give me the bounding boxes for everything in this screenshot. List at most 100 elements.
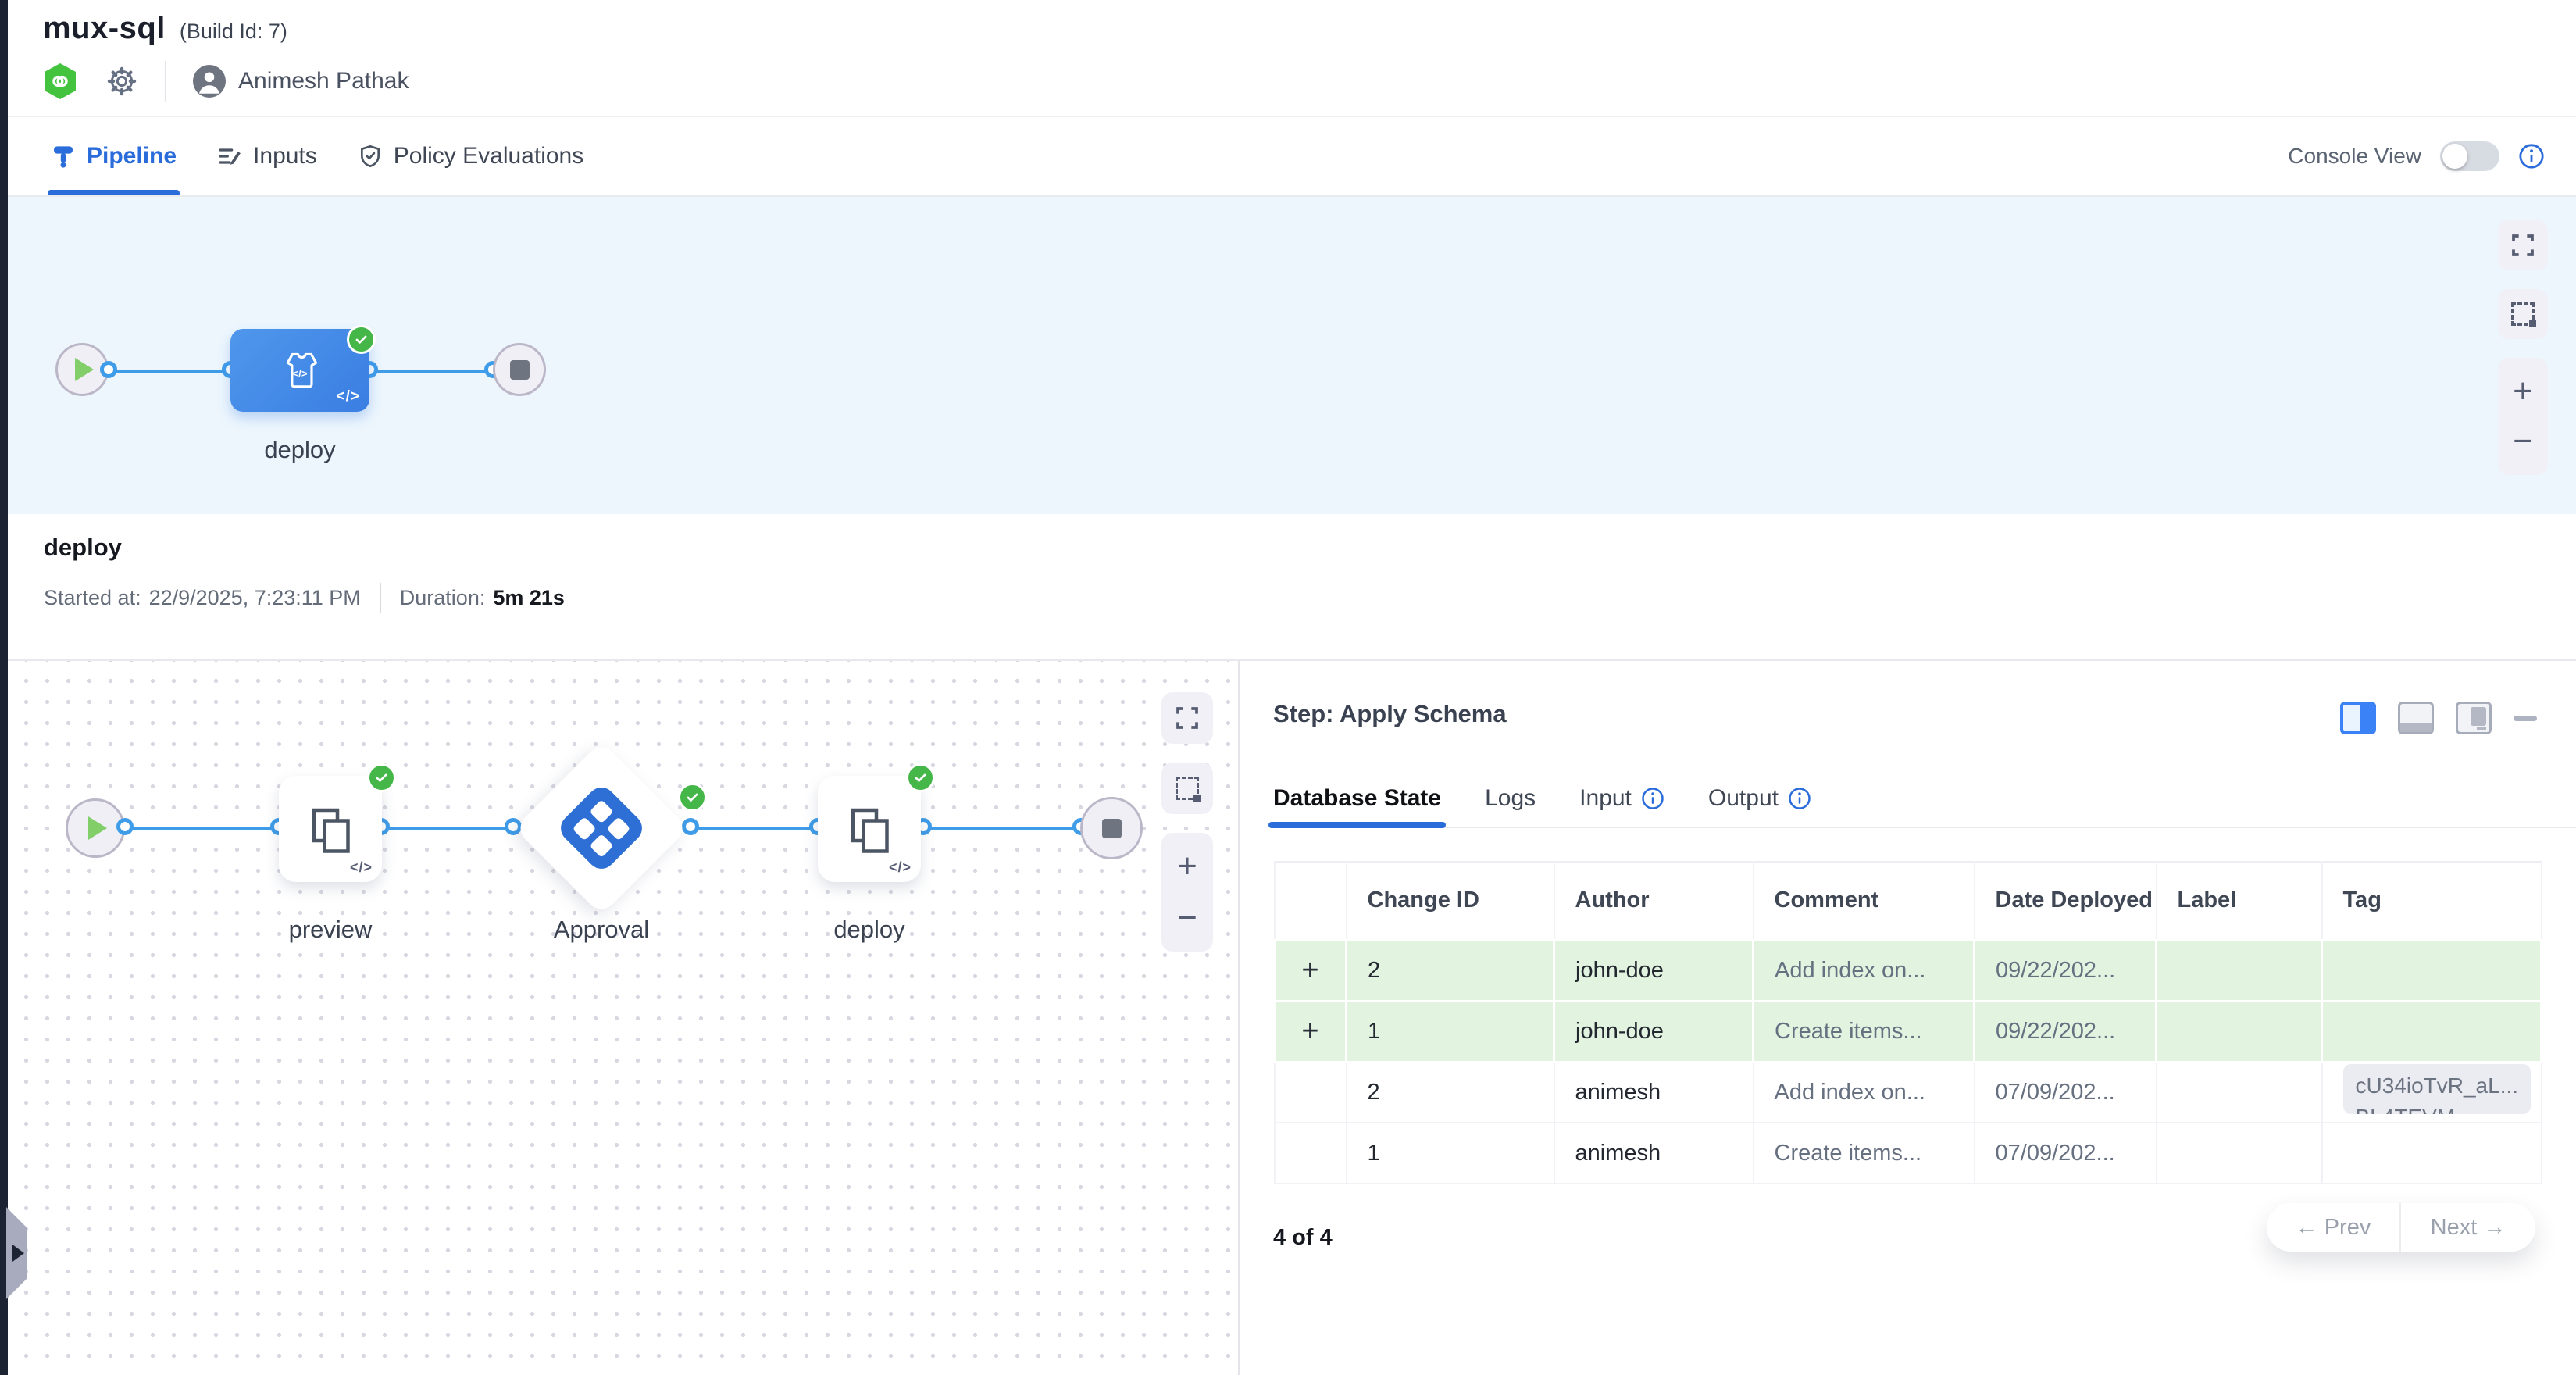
marquee-icon [2511, 302, 2535, 326]
panel-tab-input[interactable]: Input [1579, 770, 1664, 827]
fullscreen-button[interactable] [1161, 692, 1213, 744]
zoom-in-button[interactable]: + [1177, 853, 1197, 880]
duration-value: 5m 21s [493, 586, 565, 610]
cell-label [2157, 1062, 2322, 1123]
tab-info-icon [1788, 787, 1811, 810]
panel-tab-bar: Database State Logs Input Output [1273, 770, 2576, 828]
port [505, 818, 522, 835]
user-avatar-icon [193, 65, 226, 98]
cell-tag: cU34ioTvR_aL...BL4TEVM... [2322, 1062, 2542, 1123]
next-button[interactable]: Next → [2401, 1203, 2535, 1252]
table-body: +2john-doeAdd index on...09/22/202...+1j… [1275, 940, 2542, 1184]
layers-icon [841, 800, 897, 858]
step-meta-line: Started at: 22/9/2025, 7:23:11 PM Durati… [44, 583, 565, 612]
success-check-badge [367, 763, 396, 792]
step-summary-band: deploy Started at: 22/9/2025, 7:23:11 PM… [8, 514, 2576, 661]
cell-change-id: 1 [1347, 1001, 1554, 1062]
marquee-select-button[interactable] [1161, 762, 1213, 814]
success-check-badge [906, 763, 935, 792]
inputs-icon [217, 144, 242, 169]
right-panel-layout-icon[interactable] [2456, 702, 2492, 734]
success-check-badge [347, 325, 376, 354]
split-right-layout-icon[interactable] [2340, 702, 2376, 734]
zoom-out-button[interactable]: − [1177, 905, 1197, 931]
table-row: 2animeshAdd index on...07/09/202...cU34i… [1275, 1062, 2542, 1123]
tab-inputs[interactable]: Inputs [217, 117, 317, 195]
active-tab-underline [48, 190, 180, 195]
expand-row-button[interactable]: + [1275, 1001, 1347, 1062]
column-header: Label [2157, 862, 2322, 940]
cell-label [2157, 1123, 2322, 1184]
fullscreen-button[interactable] [2498, 220, 2548, 270]
tab-policy-evaluations[interactable]: Policy Evaluations [358, 117, 583, 195]
column-header: Author [1554, 862, 1754, 940]
pipeline-end-node[interactable] [493, 343, 546, 396]
database-state-table: Change IDAuthorCommentDate DeployedLabel… [1273, 861, 2542, 1184]
code-container-icon: </> [277, 348, 323, 393]
row-count: 4 of 4 [1273, 1225, 1333, 1251]
cell-comment: Create items... [1754, 1123, 1975, 1184]
step-name: deploy [44, 534, 122, 562]
expand-row-button [1275, 1123, 1347, 1184]
approval-icon [555, 782, 648, 875]
run-pipeline-canvas[interactable]: </> preview Approval </> deploy + − [8, 661, 1238, 1375]
cell-author: john-doe [1554, 940, 1754, 1001]
success-check-badge [678, 783, 707, 812]
tag-chip[interactable]: cU34ioTvR_aL...BL4TEVM... [2343, 1064, 2531, 1114]
table-row: +1john-doeCreate items...09/22/202... [1275, 1001, 2542, 1062]
cell-comment: Add index on... [1754, 940, 1975, 1001]
cell-date-deployed: 09/22/202... [1975, 940, 2157, 1001]
panel-layout-controls [2340, 702, 2537, 734]
code-badge: </> [889, 859, 912, 876]
tab-info-icon [1641, 787, 1664, 810]
tab-pipeline-label: Pipeline [87, 143, 177, 170]
marquee-select-button[interactable] [2498, 289, 2548, 339]
page-title: mux-sql [43, 11, 166, 46]
cell-label [2157, 1001, 2322, 1062]
app-header: mux-sql (Build Id: 7) Animesh Pathak [8, 0, 2576, 117]
play-icon [88, 816, 107, 840]
table-header-row: Change IDAuthorCommentDate DeployedLabel… [1275, 862, 2542, 940]
node-label: deploy [230, 436, 369, 464]
toggle-knob [2442, 144, 2467, 169]
expand-arrow-icon [12, 1245, 24, 1262]
panel-tab-output[interactable]: Output [1708, 770, 1811, 827]
main-tab-bar: Pipeline Inputs Policy Evaluations Conso… [8, 117, 2576, 197]
tab-pipeline[interactable]: Pipeline [51, 117, 177, 195]
pipeline-end-node[interactable] [1080, 797, 1143, 859]
expand-row-button[interactable]: + [1275, 940, 1347, 1001]
port [682, 818, 699, 835]
active-tab-underline [1268, 822, 1446, 828]
pipeline-edge [690, 827, 818, 830]
preview-step-node[interactable]: </> [279, 776, 382, 882]
deploy-step-node[interactable]: </> [818, 776, 921, 882]
approval-gate-node[interactable] [514, 741, 688, 915]
panel-tab-label: Output [1708, 785, 1779, 812]
header-meta-row: Animesh Pathak [43, 59, 409, 103]
cell-change-id: 2 [1347, 1062, 1554, 1123]
build-pipeline-canvas[interactable]: </> </> deploy + − [8, 197, 2576, 514]
zoom-controls: + − [1161, 833, 1213, 952]
bottom-panel-layout-icon[interactable] [2398, 702, 2434, 734]
tab-inputs-label: Inputs [253, 143, 317, 170]
cell-change-id: 2 [1347, 940, 1554, 1001]
prev-button[interactable]: ← Prev [2267, 1203, 2401, 1252]
column-header: Tag [2322, 862, 2542, 940]
collapse-panel-icon[interactable] [2514, 716, 2537, 721]
svg-text:</>: </> [292, 367, 307, 379]
table-row: +2john-doeAdd index on...09/22/202... [1275, 940, 2542, 1001]
console-view-group: Console View [2288, 117, 2545, 195]
console-view-toggle[interactable] [2440, 141, 2499, 171]
panel-tab-logs[interactable]: Logs [1485, 770, 1536, 827]
cell-tag [2322, 1123, 2542, 1184]
node-label: deploy [818, 916, 921, 944]
zoom-in-button[interactable]: + [2513, 378, 2533, 405]
stop-icon [1102, 819, 1122, 838]
title-row: mux-sql (Build Id: 7) [43, 11, 287, 46]
panel-tab-database-state[interactable]: Database State [1273, 770, 1441, 827]
cell-date-deployed: 07/09/202... [1975, 1062, 2157, 1123]
zoom-out-button[interactable]: − [2513, 428, 2533, 455]
console-info-icon[interactable] [2518, 143, 2545, 170]
gear-icon[interactable] [105, 65, 138, 98]
cell-tag [2322, 940, 2542, 1001]
